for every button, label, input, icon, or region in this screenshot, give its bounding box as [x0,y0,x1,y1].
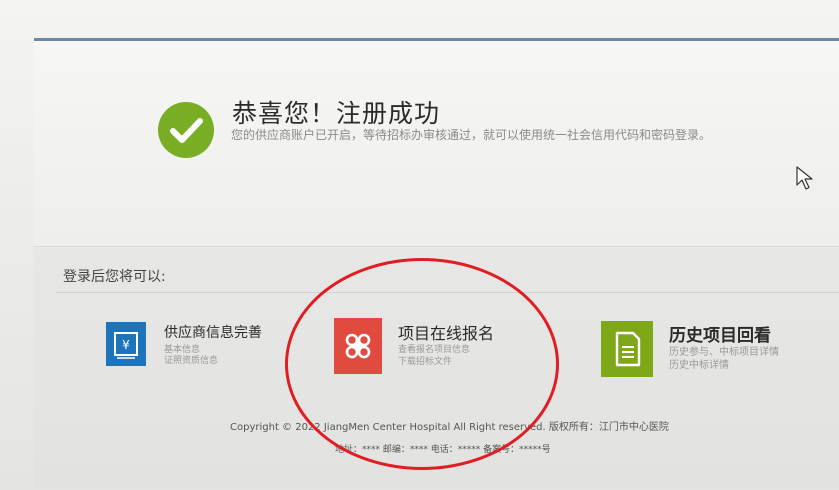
feature-title: 历史项目回看 [669,326,771,346]
feature-subtitle: 证照资质信息 [164,356,219,366]
features-divider [56,292,839,293]
features-heading: 登录后您将可以: [63,269,166,285]
feature-title: 供应商信息完善 [164,325,262,341]
mouse-cursor-icon [795,165,817,195]
footer-copyright: Copyright © 2022 JiangMen Center Hospita… [230,422,669,433]
success-description: 您的供应商账户已开启，等待招标办审核通过，就可以使用统一社会信用代码和密码登录。 [231,128,712,142]
footer-address: 地址：**** 邮编：**** 电话：***** 备案号：*****号 [335,445,551,455]
document-icon [601,321,653,377]
command-icon [334,318,382,374]
feature-subtitle: 查看报名项目信息 [398,345,471,355]
success-title: 恭喜您！注册成功 [232,99,441,128]
svg-text:¥: ¥ [122,338,130,352]
feature-subtitle: 历史参与、中标项目详情 [669,347,779,358]
feature-title: 项目在线报名 [398,324,495,343]
feature-subtitle: 下载招标文件 [398,357,453,367]
invoice-icon: ¥ [106,322,146,366]
success-check-icon [158,102,214,158]
feature-subtitle: 历史中标详情 [669,360,729,371]
